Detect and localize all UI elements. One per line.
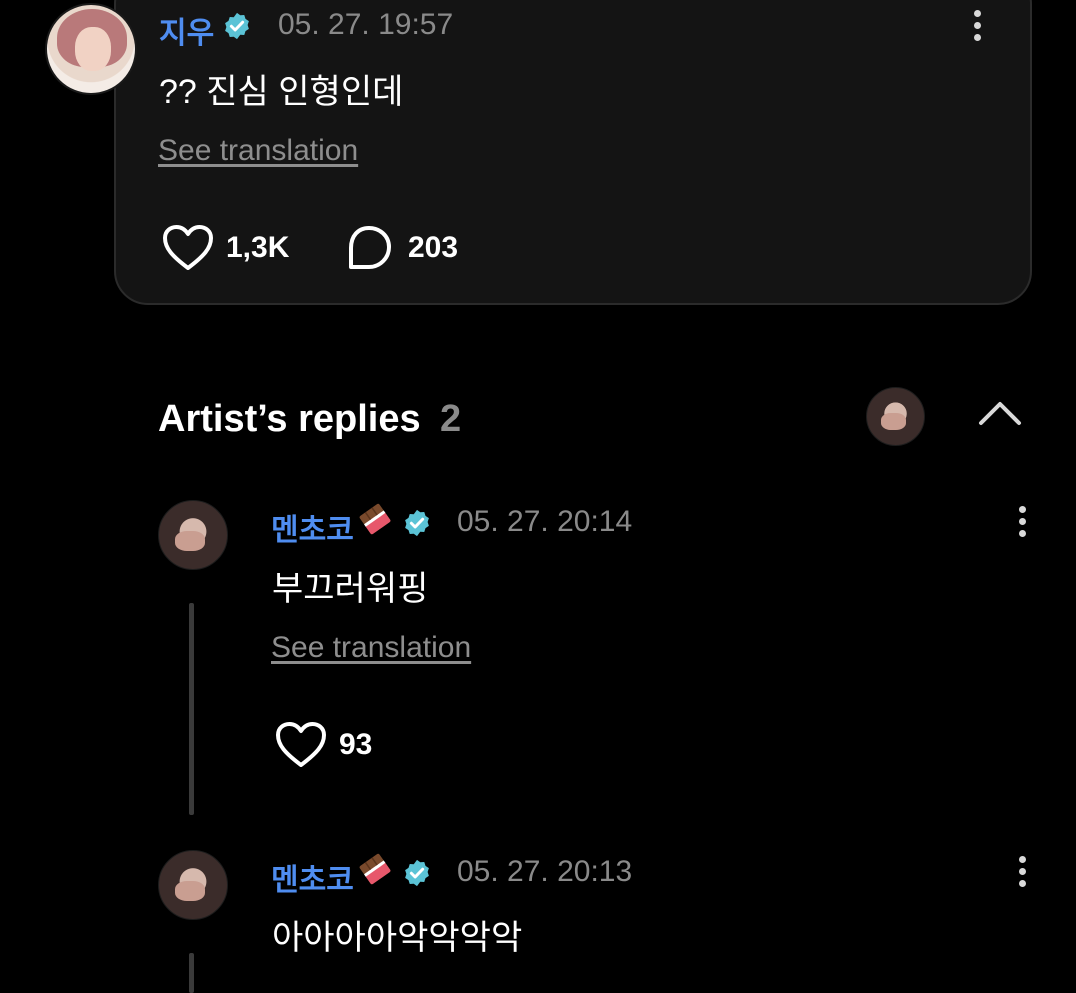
verified-badge-icon [405, 859, 429, 887]
verified-badge-icon [225, 12, 249, 40]
heart-icon[interactable] [275, 721, 327, 769]
post-timestamp: 05. 27. 19:57 [278, 8, 454, 41]
post-more-vertical-icon[interactable] [971, 6, 983, 46]
reply-2-author-name[interactable]: 멘초코 [271, 855, 354, 899]
chocolate-bar-emoji [359, 853, 391, 885]
post-like-count: 1,3K [226, 231, 290, 264]
post-see-translation-link[interactable]: See translation [158, 134, 358, 168]
post-text: ?? 진심 인형인데 [159, 73, 404, 111]
reply-2-avatar[interactable] [158, 850, 228, 920]
reply-1-text: 부끄러워핑 [272, 570, 429, 608]
reply-2-timestamp: 05. 27. 20:13 [457, 855, 633, 888]
reply-2-more-vertical-icon[interactable] [1016, 852, 1028, 892]
artist-replies-count: 2 [440, 398, 462, 440]
reply-1-see-translation-link[interactable]: See translation [271, 631, 471, 665]
post-author-avatar[interactable] [45, 3, 137, 95]
post-author-name[interactable]: 지우 [159, 8, 214, 52]
comment-bubble-icon[interactable] [345, 224, 393, 272]
reply-1-like-count: 93 [339, 728, 373, 761]
artist-replies-title: Artist’s replies [158, 398, 421, 440]
reply-1-author-name[interactable]: 멘초코 [271, 505, 354, 549]
verified-badge-icon [405, 509, 429, 537]
heart-icon[interactable] [162, 224, 214, 272]
reply-1-more-vertical-icon[interactable] [1016, 502, 1028, 542]
chevron-up-icon[interactable] [977, 399, 1023, 427]
reply-1-avatar[interactable] [158, 500, 228, 570]
chocolate-bar-emoji [359, 503, 391, 535]
artist-avatar-preview[interactable] [866, 387, 925, 446]
reply-thread-line [189, 953, 194, 993]
reply-1-timestamp: 05. 27. 20:14 [457, 505, 633, 538]
post-comment-count: 203 [408, 231, 459, 264]
reply-2-text: 아아아아악악악악 [272, 919, 523, 957]
reply-thread-line [189, 603, 194, 815]
